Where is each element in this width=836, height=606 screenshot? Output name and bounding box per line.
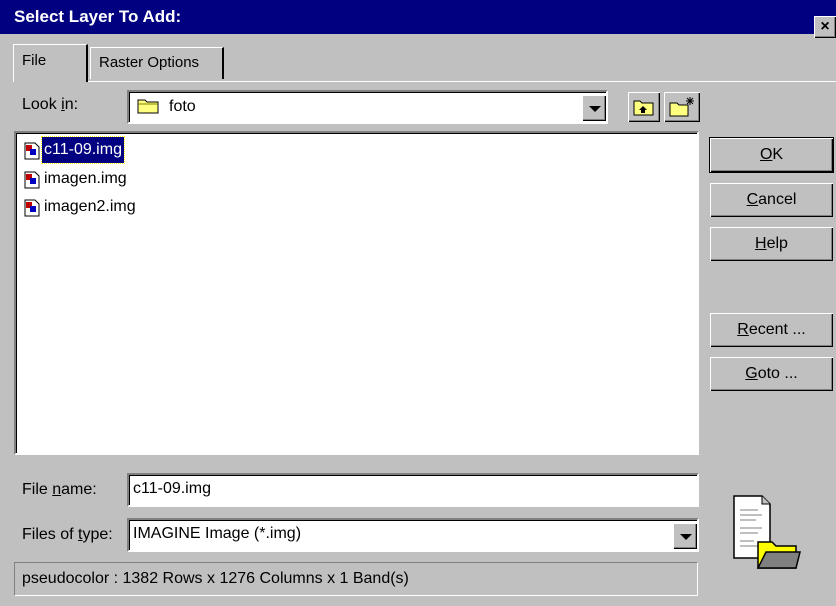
cancel-button[interactable]: Cancel <box>710 183 833 217</box>
file-type-value: IMAGINE Image (*.img) <box>133 525 302 542</box>
tab-panel-border <box>13 81 836 82</box>
file-name-value: c11-09.img <box>133 480 211 497</box>
window-title: Select Layer To Add: <box>14 7 182 26</box>
status-bar: pseudocolor : 1382 Rows x 1276 Columns x… <box>14 562 698 596</box>
file-type-dropdown-button[interactable] <box>673 523 697 549</box>
file-name-label: File name: <box>22 481 97 498</box>
file-name: imagen2.img <box>44 198 136 215</box>
file-type-label: Files of type: <box>22 526 113 543</box>
ok-button[interactable]: OK <box>709 137 834 173</box>
close-icon: × <box>820 18 830 35</box>
new-folder-button[interactable] <box>664 92 700 122</box>
tab-file-label: File <box>22 52 47 69</box>
image-file-icon <box>24 142 40 160</box>
tab-file[interactable]: File <box>13 44 88 82</box>
look-in-combobox[interactable]: foto <box>127 90 608 124</box>
file-type-select[interactable]: IMAGINE Image (*.img) <box>127 518 699 552</box>
image-file-icon <box>24 199 40 217</box>
new-folder-icon <box>669 97 694 117</box>
recent-button[interactable]: Recent ... <box>710 313 833 347</box>
up-one-level-button[interactable] <box>628 92 660 122</box>
file-name: imagen.img <box>44 170 127 187</box>
look-in-value: foto <box>169 98 196 115</box>
look-in-dropdown-button[interactable] <box>582 95 606 121</box>
close-button[interactable]: × <box>814 16 836 38</box>
help-button[interactable]: Help <box>710 227 833 261</box>
image-file-icon <box>24 171 40 189</box>
folder-icon <box>137 99 159 114</box>
goto-button[interactable]: Goto ... <box>710 357 833 391</box>
file-name-input[interactable]: c11-09.img <box>127 473 699 507</box>
file-name: c11-09.img <box>41 136 125 164</box>
up-one-level-icon <box>633 100 654 116</box>
document-folder-icon <box>733 495 801 569</box>
look-in-label: Look in: <box>22 96 79 113</box>
tab-raster-options[interactable]: Raster Options <box>90 47 224 79</box>
tab-raster-options-label: Raster Options <box>99 54 200 71</box>
status-text: pseudocolor : 1382 Rows x 1276 Columns x… <box>22 570 409 587</box>
